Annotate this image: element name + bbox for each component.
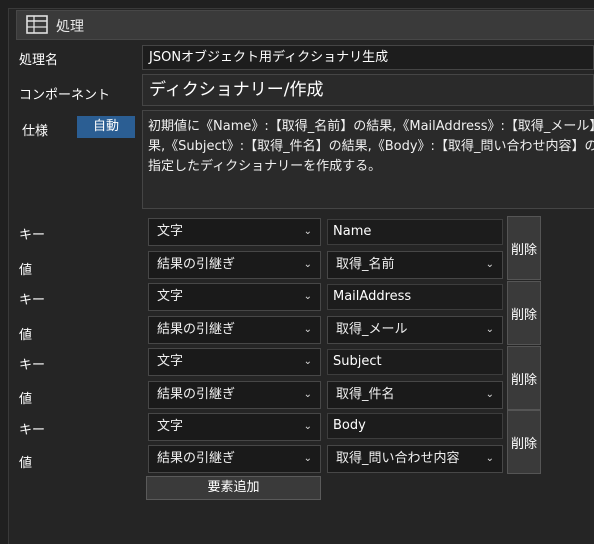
value-type-select[interactable]: 結果の引継ぎ ⌄ [148, 445, 321, 473]
chevron-down-icon: ⌄ [485, 259, 494, 270]
key-value-input[interactable]: MailAddress [327, 284, 503, 310]
process-name-field[interactable]: JSONオブジェクト用ディクショナリ生成 [142, 45, 594, 70]
key-label: キー [19, 293, 46, 308]
chevron-down-icon: ⌄ [303, 291, 312, 302]
delete-button[interactable]: 削除 [507, 410, 541, 474]
chevron-down-icon: ⌄ [485, 389, 494, 400]
value-source-select[interactable]: 取得_名前 ⌄ [327, 251, 503, 279]
auto-button[interactable]: 自動 [77, 116, 135, 138]
key-value-input[interactable]: Subject [327, 349, 503, 375]
value-label: 値 [19, 263, 33, 278]
delete-button[interactable]: 削除 [507, 216, 541, 280]
component-field[interactable]: ディクショナリー/作成 [142, 74, 594, 106]
key-type-select[interactable]: 文字 ⌄ [148, 348, 321, 376]
chevron-down-icon: ⌄ [485, 453, 494, 464]
add-element-button[interactable]: 要素追加 [146, 476, 321, 500]
value-source-select[interactable]: 取得_件名 ⌄ [327, 381, 503, 409]
spec-label: 仕様 [22, 124, 49, 139]
spec-line: 初期値に《Name》:【取得_名前】の結果,《MailAddress》:【取得_… [148, 119, 594, 134]
spec-line: 指定したディクショナリーを作成する。 [148, 159, 382, 174]
value-type-select[interactable]: 結果の引継ぎ ⌄ [148, 251, 321, 279]
chevron-down-icon: ⌄ [303, 421, 312, 432]
delete-button[interactable]: 削除 [507, 281, 541, 345]
key-label: キー [19, 423, 46, 438]
chevron-down-icon: ⌄ [303, 389, 312, 400]
key-value-input[interactable]: Name [327, 219, 503, 245]
chevron-down-icon: ⌄ [485, 324, 494, 335]
key-type-select[interactable]: 文字 ⌄ [148, 413, 321, 441]
chevron-down-icon: ⌄ [303, 324, 312, 335]
value-label: 値 [19, 328, 33, 343]
value-source-select[interactable]: 取得_問い合わせ内容 ⌄ [327, 445, 503, 473]
chevron-down-icon: ⌄ [303, 356, 312, 367]
table-icon [26, 15, 48, 34]
key-value-input[interactable]: Body [327, 413, 503, 439]
delete-button[interactable]: 削除 [507, 346, 541, 410]
value-source-select[interactable]: 取得_メール ⌄ [327, 316, 503, 344]
spec-textarea[interactable]: 初期値に《Name》:【取得_名前】の結果,《MailAddress》:【取得_… [142, 110, 594, 209]
title-bar [16, 10, 594, 40]
key-label: キー [19, 358, 46, 373]
window-title: 処理 [56, 19, 84, 35]
chevron-down-icon: ⌄ [303, 453, 312, 464]
chevron-down-icon: ⌄ [303, 259, 312, 270]
component-label: コンポーネント [19, 88, 111, 103]
key-type-select[interactable]: 文字 ⌄ [148, 218, 321, 246]
process-name-label: 処理名 [19, 53, 59, 68]
value-label: 値 [19, 392, 33, 407]
key-label: キー [19, 228, 46, 243]
key-type-select[interactable]: 文字 ⌄ [148, 283, 321, 311]
value-label: 値 [19, 456, 33, 471]
chevron-down-icon: ⌄ [303, 226, 312, 237]
value-type-select[interactable]: 結果の引継ぎ ⌄ [148, 316, 321, 344]
value-type-select[interactable]: 結果の引継ぎ ⌄ [148, 381, 321, 409]
spec-line: 果,《Subject》:【取得_件名】の結果,《Body》:【取得_問い合わせ内… [148, 139, 594, 154]
